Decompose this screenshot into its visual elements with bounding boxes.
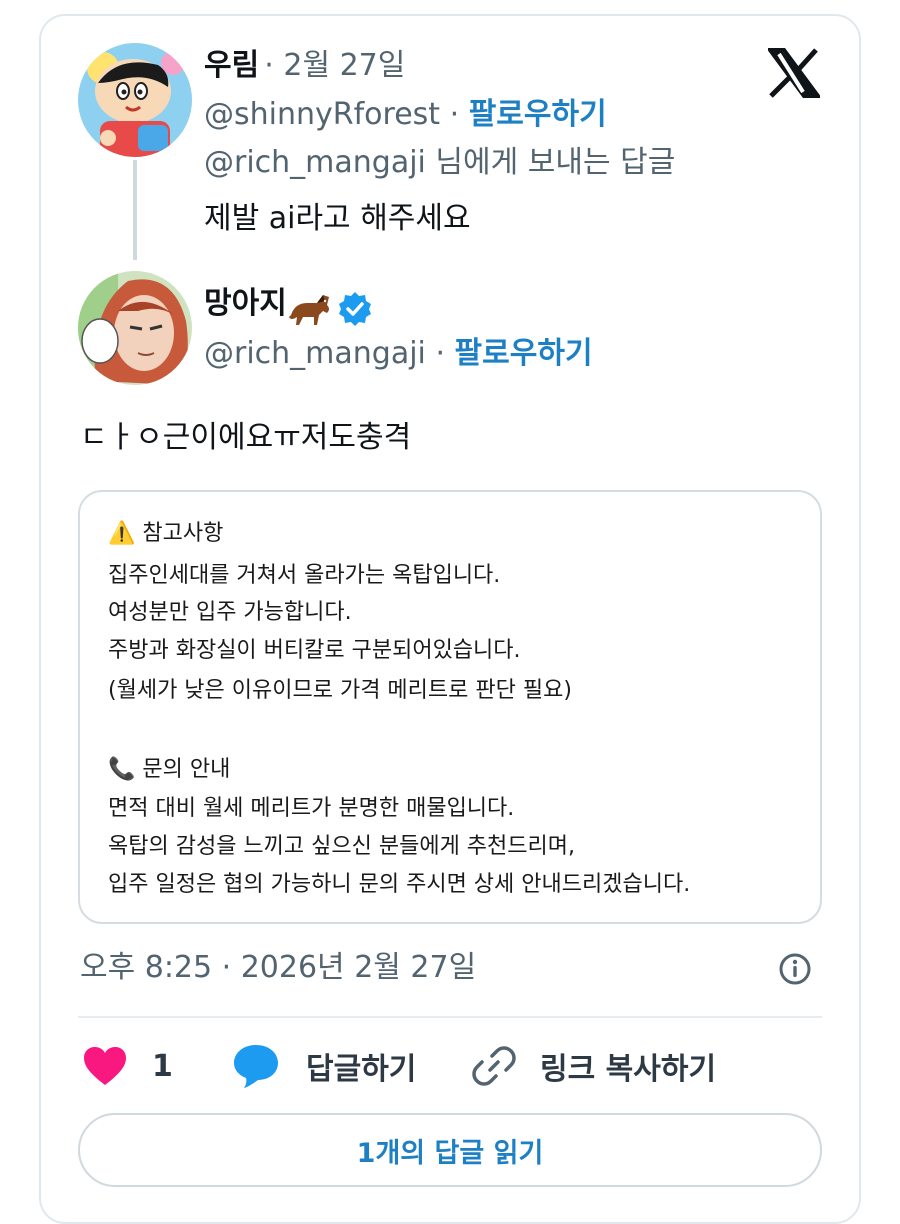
main-follow-link[interactable]: 팔로우하기: [455, 336, 593, 371]
quote-line: ⚠️ 참고사항: [108, 521, 224, 546]
quote-line: (월세가 낮은 이유이므로 가격 메리트로 판단 필요): [108, 678, 572, 703]
quote-line: 여성분만 입주 가능합니다.: [108, 600, 352, 625]
reply-display-name[interactable]: 우림: [204, 48, 259, 83]
separator-dot: ·: [435, 336, 445, 371]
separator-dot: ·: [449, 97, 460, 132]
quote-line: 주방과 화장실이 버티칼로 구분되어있습니다.: [108, 638, 521, 663]
read-replies-button[interactable]: 1개의 답글 읽기: [78, 1113, 822, 1187]
like-button[interactable]: 1: [82, 1040, 173, 1092]
like-count: 1: [152, 1048, 173, 1084]
copy-link-button[interactable]: 링크 복사하기: [470, 1040, 716, 1092]
quote-line: 입주 일정은 협의 가능하니 문의 주시면 상세 안내드리겠습니다.: [108, 872, 691, 897]
reply-label: 답글하기: [306, 1052, 417, 1087]
copy-link-label: 링크 복사하기: [540, 1052, 717, 1087]
reply-button[interactable]: 답글하기: [232, 1040, 416, 1092]
main-header: 망아지: [204, 281, 373, 331]
tweet-timestamp[interactable]: 오후 8:25 · 2026년 2월 27일: [80, 948, 476, 988]
quote-line: 📞 문의 안내: [108, 757, 231, 782]
info-icon[interactable]: [778, 952, 812, 986]
main-tweet-text: ㄷㅏㅇ근이에요ㅠ저도충격: [80, 420, 412, 455]
avatar-reply-author[interactable]: [78, 43, 192, 157]
thread-connector: [133, 160, 137, 260]
reply-follow-link[interactable]: 팔로우하기: [469, 97, 607, 132]
link-icon: [472, 1046, 516, 1086]
heart-icon: [84, 1047, 126, 1085]
main-handle-row: @rich_mangaji · 팔로우하기: [204, 334, 593, 374]
avatar-main-author[interactable]: [78, 271, 192, 385]
horse-emoji-icon: [288, 294, 329, 325]
main-handle[interactable]: @rich_mangaji: [204, 336, 426, 371]
main-display-name[interactable]: 망아지: [204, 286, 287, 321]
reply-text: 제발 ai라고 해주세요: [204, 201, 471, 236]
reply-date[interactable]: · 2월 27일: [264, 48, 405, 83]
verified-badge-icon[interactable]: [337, 291, 373, 327]
replying-to[interactable]: @rich_mangaji 님에게 보내는 답글: [204, 143, 675, 183]
reply-handle-row: @shinnyRforest · 팔로우하기: [204, 95, 607, 135]
reply-handle[interactable]: @shinnyRforest: [204, 97, 440, 132]
quote-line: 면적 대비 월세 메리트가 분명한 매물입니다.: [108, 796, 515, 821]
quote-line: 집주인세대를 거쳐서 올라가는 옥탑입니다.: [108, 563, 501, 588]
x-logo-icon[interactable]: [768, 48, 820, 98]
divider: [78, 1016, 822, 1018]
quote-line: 옥탑의 감성을 느끼고 싶으신 분들에게 추천드리며,: [108, 834, 576, 859]
reply-bubble-icon: [234, 1045, 278, 1088]
reply-header: 우림 · 2월 27일: [204, 46, 405, 90]
